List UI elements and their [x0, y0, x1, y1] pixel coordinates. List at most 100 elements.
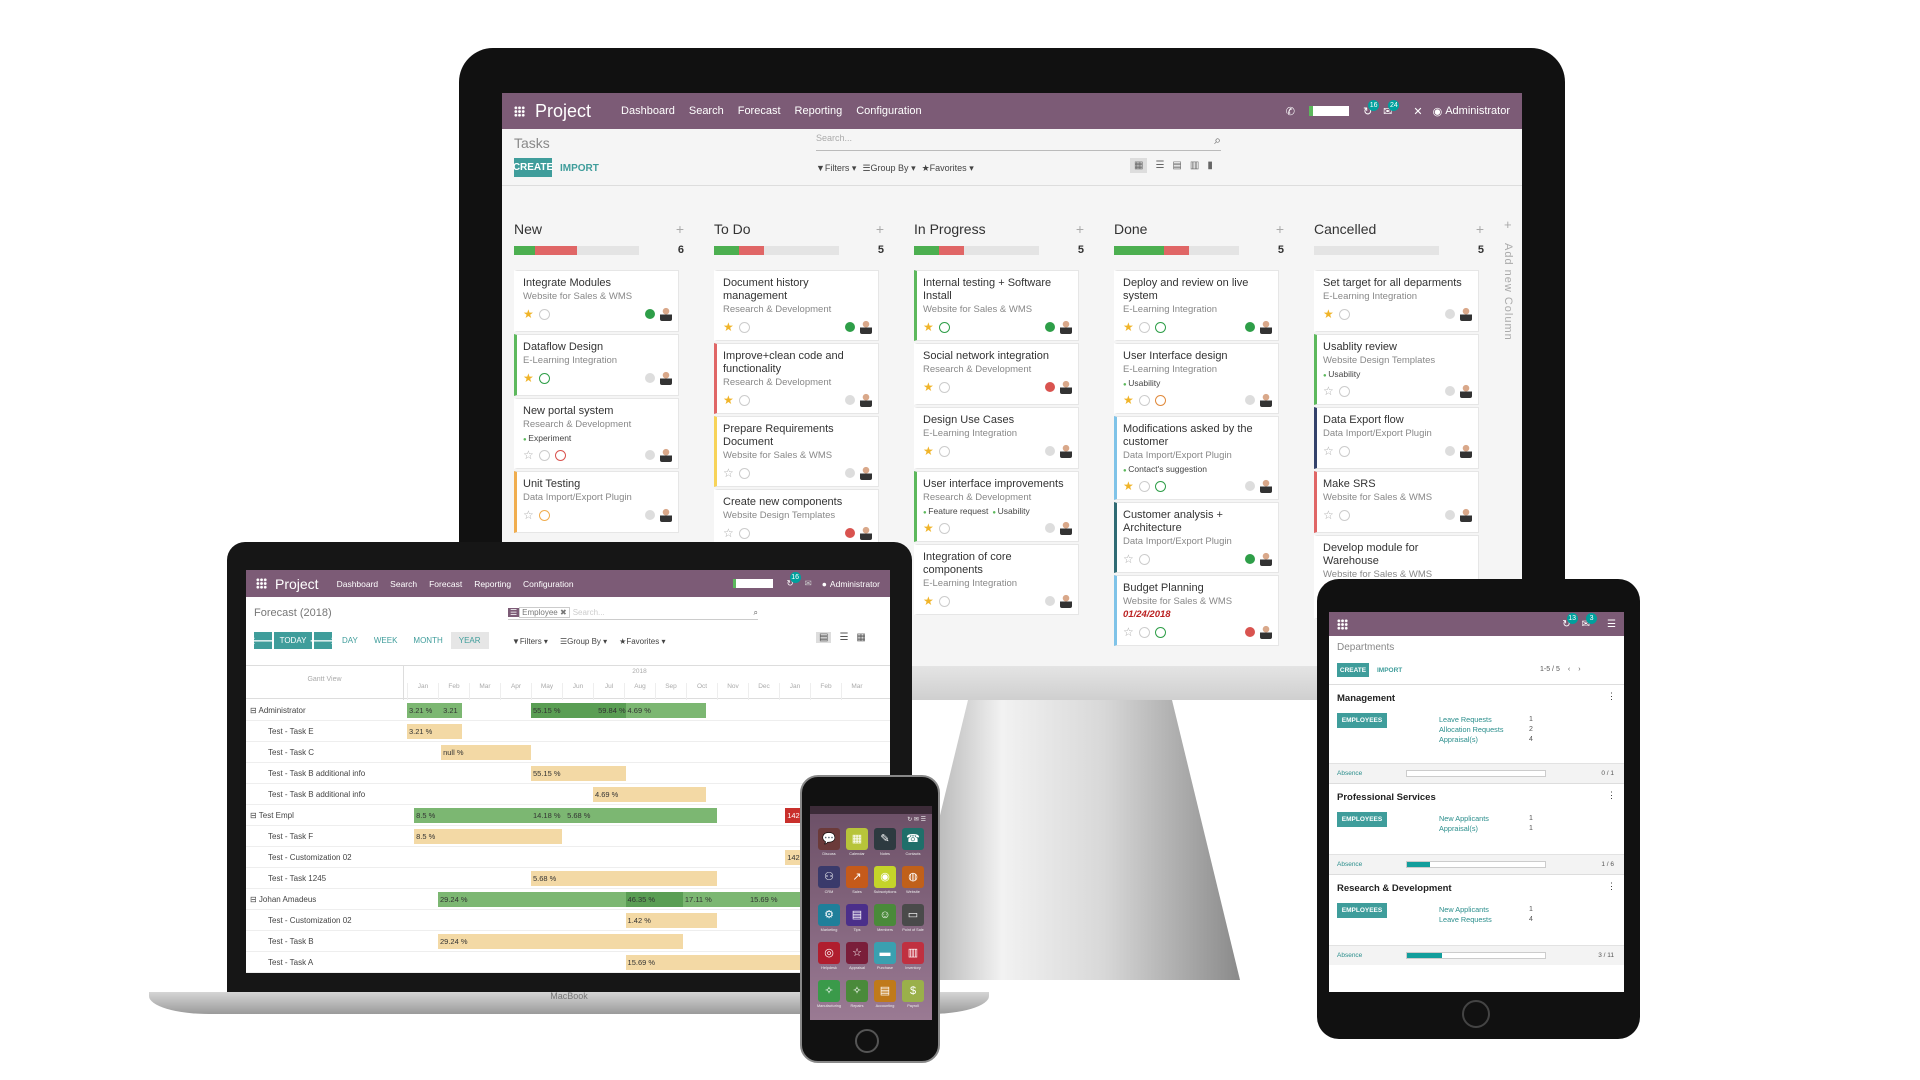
clock-icon[interactable] [738, 394, 750, 406]
star-icon[interactable]: ☆ [1123, 625, 1134, 639]
pivot-view-icon[interactable]: ▥ [1190, 158, 1199, 173]
gantt-task-label[interactable]: Test - Task B additional info [268, 769, 365, 778]
scale-year[interactable]: YEAR [450, 632, 489, 649]
clock-icon[interactable] [1138, 553, 1150, 565]
star-icon[interactable]: ★ [723, 320, 734, 334]
status-dot[interactable] [1245, 322, 1255, 332]
gantt-task-label[interactable]: Test - Task 1245 [268, 874, 326, 883]
gantt-bar[interactable]: 29.24 % [438, 934, 683, 949]
gantt-bar[interactable]: 59.84 % [596, 703, 626, 718]
menu-forecast[interactable]: Forecast [429, 579, 462, 589]
progress-bar[interactable] [1114, 245, 1239, 255]
clock-icon[interactable] [538, 372, 550, 384]
column-title[interactable]: In Progress [914, 221, 986, 237]
star-icon[interactable]: ★ [923, 521, 934, 535]
star-icon[interactable]: ☆ [723, 526, 734, 540]
status-dot[interactable] [645, 450, 655, 460]
apps-menu-icon[interactable] [256, 578, 267, 589]
task-card[interactable]: Budget Planning Website for Sales & WMS 01… [1114, 575, 1279, 646]
status-dot[interactable] [1445, 386, 1455, 396]
star-icon[interactable]: ★ [1323, 307, 1334, 321]
menu-search[interactable]: Search [390, 579, 417, 589]
task-card[interactable]: Integration of core components E-Learning… [914, 544, 1079, 615]
progress-bar[interactable] [1314, 245, 1439, 255]
column-title[interactable]: Cancelled [1314, 221, 1376, 237]
gantt-group-label[interactable]: ⊟ Test Empl [250, 811, 294, 820]
clock-icon[interactable] [1138, 626, 1150, 638]
gantt-bar[interactable]: 3.21 [441, 703, 462, 718]
app-icon-appraisal[interactable]: ☆ [846, 942, 868, 964]
star-icon[interactable]: ★ [1123, 479, 1134, 493]
app-icon-manufacturing[interactable]: ✧ [818, 980, 840, 1002]
menu-configuration[interactable]: Configuration [856, 105, 921, 117]
app-icon-sales[interactable]: ↗ [846, 866, 868, 888]
clock-icon[interactable] [938, 381, 950, 393]
graph-view-icon[interactable]: ▮ [1207, 158, 1213, 173]
task-card[interactable]: Unit Testing Data Import/Export Plugin ☆ [514, 471, 679, 533]
status-dot[interactable] [845, 395, 855, 405]
star-icon[interactable]: ☆ [723, 466, 734, 480]
gantt-task-label[interactable]: Test - Task A [268, 958, 313, 967]
smiley-icon[interactable] [1154, 321, 1166, 333]
department-link[interactable]: Appraisal(s) [1439, 824, 1478, 834]
task-card[interactable]: Data Export flow Data Import/Export Plugi… [1314, 407, 1479, 469]
add-new-column-button[interactable]: Add new Column [1502, 243, 1514, 341]
search-input[interactable]: Search... ⌕ [816, 133, 1221, 151]
task-card[interactable]: Make SRS Website for Sales & WMS ☆ [1314, 471, 1479, 533]
search-icon[interactable]: ⌕ [754, 608, 758, 618]
progress-bar[interactable] [714, 245, 839, 255]
status-dot[interactable] [1445, 309, 1455, 319]
status-dot[interactable] [645, 309, 655, 319]
clock-icon[interactable] [538, 308, 550, 320]
clock-icon[interactable] [1138, 321, 1150, 333]
employees-button[interactable]: EMPLOYEES [1337, 812, 1387, 827]
star-icon[interactable]: ★ [923, 594, 934, 608]
status-dot[interactable] [1245, 554, 1255, 564]
task-card[interactable]: New portal system Research & Development E… [514, 398, 679, 469]
smiley-icon[interactable] [1154, 394, 1166, 406]
menu-dashboard[interactable]: Dashboard [337, 579, 379, 589]
gantt-task-label[interactable]: Test - Customization 02 [268, 916, 352, 925]
column-title[interactable]: Done [1114, 221, 1147, 237]
next-button[interactable]: 🡒 [310, 632, 336, 649]
clock-icon[interactable] [1338, 509, 1350, 521]
gantt-bar[interactable]: 3.21 % [407, 724, 462, 739]
department-link[interactable]: Leave Requests [1439, 715, 1492, 725]
task-card[interactable]: Prepare Requirements Document Website for… [714, 416, 879, 487]
star-icon[interactable]: ★ [523, 371, 534, 385]
star-icon[interactable]: ☆ [1123, 552, 1134, 566]
star-icon[interactable]: ★ [523, 307, 534, 321]
filters-dropdown[interactable]: ▼Filters ▾ [512, 637, 548, 646]
import-button[interactable]: IMPORT [1377, 667, 1402, 674]
app-icon-contacts[interactable]: ☎ [902, 828, 924, 850]
favorites-dropdown[interactable]: ★Favorites ▾ [619, 637, 665, 646]
gantt-bar[interactable]: 8.5 % [414, 829, 562, 844]
clock-icon[interactable] [1338, 445, 1350, 457]
gantt-task-label[interactable]: Test - Customization 02 [268, 853, 352, 862]
star-icon[interactable]: ★ [923, 444, 934, 458]
department-link[interactable]: Appraisal(s) [1439, 735, 1478, 745]
task-card[interactable]: User interface improvements Research & De… [914, 471, 1079, 542]
gantt-view-icon[interactable]: ▤ [816, 632, 832, 643]
status-dot[interactable] [645, 510, 655, 520]
task-card[interactable]: User Interface design E-Learning Integrat… [1114, 343, 1279, 414]
add-card-plus-icon[interactable]: + [876, 221, 884, 237]
department-menu-icon[interactable]: ⋮ [1607, 790, 1616, 801]
hamburger-menu-icon[interactable]: ☰ [1607, 619, 1616, 630]
scale-week[interactable]: WEEK [366, 632, 406, 649]
menu-search[interactable]: Search [689, 105, 724, 117]
today-button[interactable]: TODAY [274, 632, 312, 649]
column-title[interactable]: To Do [714, 221, 751, 237]
clock-icon[interactable] [938, 445, 950, 457]
import-button[interactable]: IMPORT [560, 163, 599, 174]
status-dot[interactable] [1445, 446, 1455, 456]
app-icon-discuss[interactable]: 💬 [818, 828, 840, 850]
app-icon-accounting[interactable]: ▤ [874, 980, 896, 1002]
clock-icon[interactable] [1138, 394, 1150, 406]
add-card-plus-icon[interactable]: + [1476, 221, 1484, 237]
search-input[interactable]: ☰ Employee ✖ Search... ⌕ [508, 606, 758, 620]
status-dot[interactable] [1045, 596, 1055, 606]
star-icon[interactable]: ☆ [523, 448, 534, 462]
app-icon-subscriptions[interactable]: ◉ [874, 866, 896, 888]
app-icon-tips[interactable]: ▤ [846, 904, 868, 926]
